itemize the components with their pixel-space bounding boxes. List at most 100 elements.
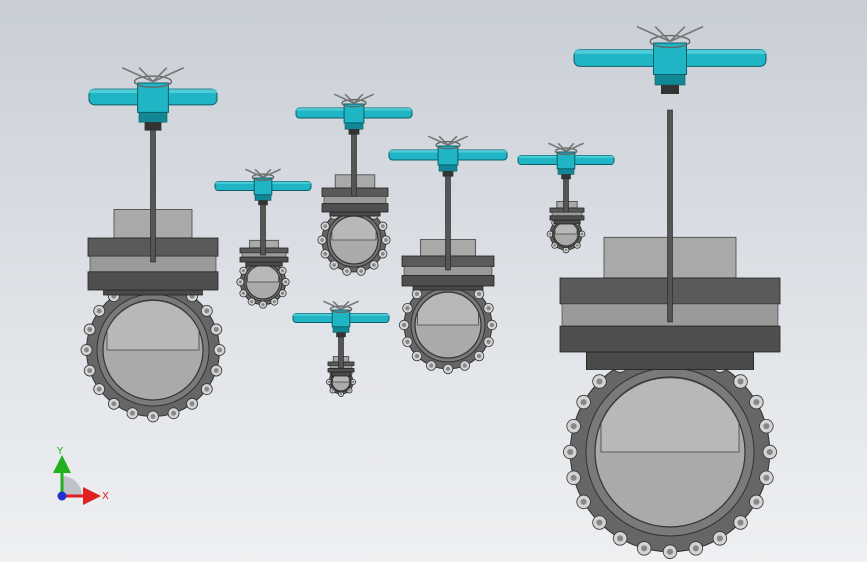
bolt-hole [129,410,135,416]
coupling-flange [336,332,346,338]
x-axis-label: X [102,491,109,502]
bolt-hole [564,248,568,252]
valve-body [586,351,755,370]
yoke-plate-bottom [559,325,781,353]
actuator-coupling [254,194,272,201]
bolt-hole [213,368,219,374]
bolt-hole [384,238,388,242]
bolt-hole [716,535,723,542]
bolt-hole [351,380,355,384]
handwheel-spoke [138,67,154,83]
actuator-coupling [557,168,575,175]
coupling-flange [442,171,454,177]
handwheel-spoke [669,26,686,43]
bolt-hole [763,474,770,481]
valve-tiny-b [517,142,615,254]
gland-plate [551,211,583,217]
bolt-hole [380,251,385,256]
actuator-coupling [344,122,364,130]
valve-body [103,289,203,296]
actuator-coupling [438,164,458,172]
bolt-hole [204,308,210,314]
valve-large-left [80,67,226,423]
bolt-hole [641,545,648,552]
bolt-hole [261,302,265,307]
bolt-hole [280,269,285,273]
bolt-hole [217,347,222,353]
bolt-hole [476,353,482,359]
bolt-hole [189,401,195,407]
coupling-flange [144,122,162,131]
bolt-hole [87,326,93,332]
valve-medium-a [295,93,413,276]
bolt-hole [766,448,773,456]
coordinate-triad: Y X [53,446,109,505]
cad-viewport[interactable]: Y X [0,0,867,562]
coupling-flange [661,85,679,94]
bolt-hole [327,380,331,384]
yoke-plate-bottom [321,203,389,213]
valve-small-a [214,168,312,309]
bolt-hole [414,291,420,297]
bolt-hole [548,232,552,236]
bolt-hole [462,363,467,368]
actuator-coupling [654,74,686,86]
bolt-hole [405,306,410,311]
coupling-flange [258,200,268,206]
bolt-hole [445,366,451,372]
flange [80,277,226,423]
actuator-coupling [138,112,168,123]
bolt-hole [250,299,254,304]
bolt-hole [283,280,288,284]
valve-stem [667,109,673,323]
bolt-hole [241,269,246,273]
valve-stem [150,111,156,263]
bolt-hole [348,389,351,392]
bolt-hole [372,263,376,267]
coupling-flange [348,129,360,135]
bolt-hole [171,410,177,416]
valve-stem [351,123,357,197]
valve-body [412,285,484,291]
bolt-hole [339,392,343,396]
bolt-hole [96,386,102,392]
y-axis-label: Y [56,446,64,457]
yoke-plate-bottom [401,275,495,287]
bolt-hole [96,308,102,314]
bolt-hole [401,322,407,328]
valve-body [330,371,352,377]
yoke-plate-bottom [87,271,219,291]
valve-stem [445,165,451,271]
flange [563,345,777,559]
bolt-hole [323,224,328,229]
bolt-hole [280,291,285,295]
bolt-hole [570,474,577,481]
handwheel-spoke [669,25,704,43]
flange [398,275,498,375]
z-axis-origin [57,491,67,501]
coupling-flange [561,174,571,180]
bolt-hole [580,232,584,236]
bolt-hole [429,363,434,368]
bolt-hole [241,291,246,295]
bolt-hole [692,545,699,552]
bolt-hole [238,280,243,284]
bolt-hole [575,243,579,247]
assembly-scene[interactable] [0,0,867,562]
bolt-hole [737,519,744,526]
bolt-hole [331,389,334,392]
bolt-hole [345,269,349,274]
bolt-hole [414,353,420,359]
yoke-plate-bottom [239,256,289,263]
valve-body [329,211,381,217]
bolt-hole [763,423,770,430]
valve-tiny-a [292,300,390,397]
bolt-hole [737,378,744,385]
bolt-hole [666,548,674,555]
yoke-plate-bottom [327,368,355,373]
bolt-hole [596,378,603,385]
gland-plate [323,196,387,204]
bolt-hole [476,291,482,297]
bolt-hole [320,238,324,242]
bolt-hole [359,269,363,274]
